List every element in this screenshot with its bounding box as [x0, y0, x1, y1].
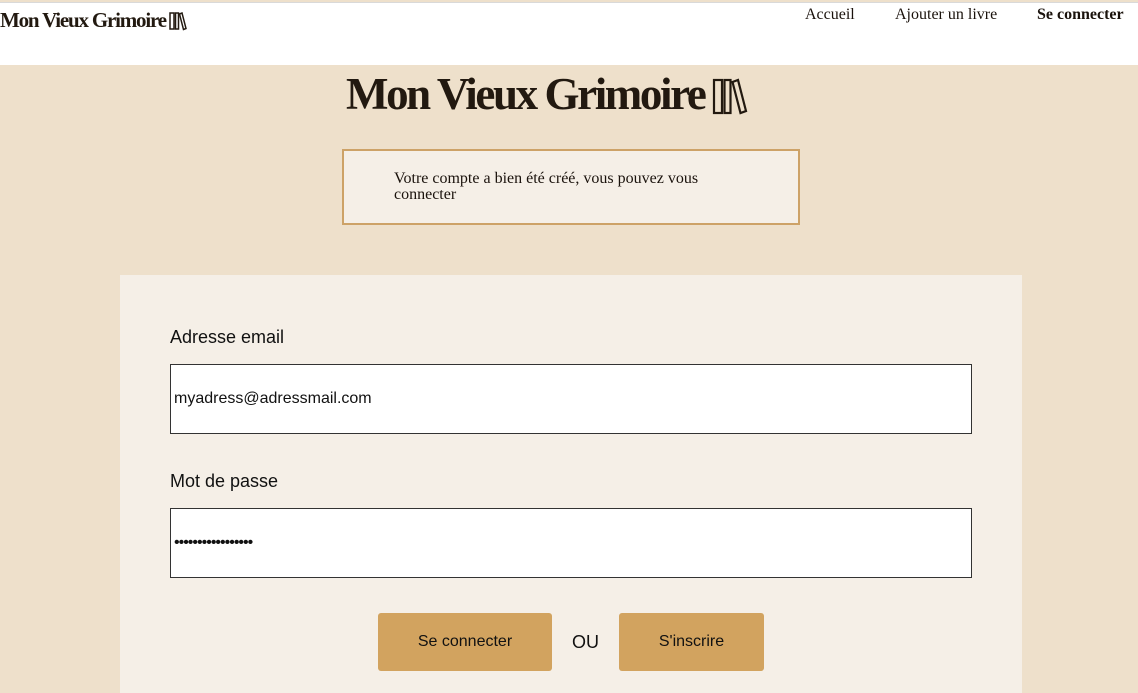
- account-created-notice: Votre compte a bien été créé, vous pouve…: [342, 149, 800, 225]
- books-icon: [169, 11, 187, 31]
- top-navbar: Mon Vieux Grimoire Accueil Ajouter un li…: [0, 2, 1138, 65]
- nav-login-link[interactable]: Se connecter: [1037, 6, 1124, 24]
- nav-home-link[interactable]: Accueil: [805, 6, 855, 24]
- notice-message: Votre compte a bien été créé, vous pouve…: [394, 170, 699, 203]
- nav-add-book-link[interactable]: Ajouter un livre: [895, 6, 997, 24]
- password-field[interactable]: [170, 508, 972, 578]
- page-logo-text: Mon Vieux Grimoire: [346, 69, 707, 119]
- books-icon: [713, 78, 748, 115]
- email-label: Adresse email: [170, 327, 285, 347]
- password-label: Mot de passe: [170, 471, 279, 491]
- login-form: Adresse email Mot de passe Se connecter …: [120, 275, 1022, 693]
- or-separator: OU: [572, 632, 599, 652]
- email-field[interactable]: [170, 364, 972, 434]
- page-logo: Mon Vieux Grimoire: [346, 68, 748, 120]
- header-logo-text: Mon Vieux Grimoire: [0, 8, 167, 32]
- signup-button[interactable]: S'inscrire: [619, 613, 764, 671]
- header-logo[interactable]: Mon Vieux Grimoire: [0, 8, 187, 33]
- login-button[interactable]: Se connecter: [378, 613, 552, 671]
